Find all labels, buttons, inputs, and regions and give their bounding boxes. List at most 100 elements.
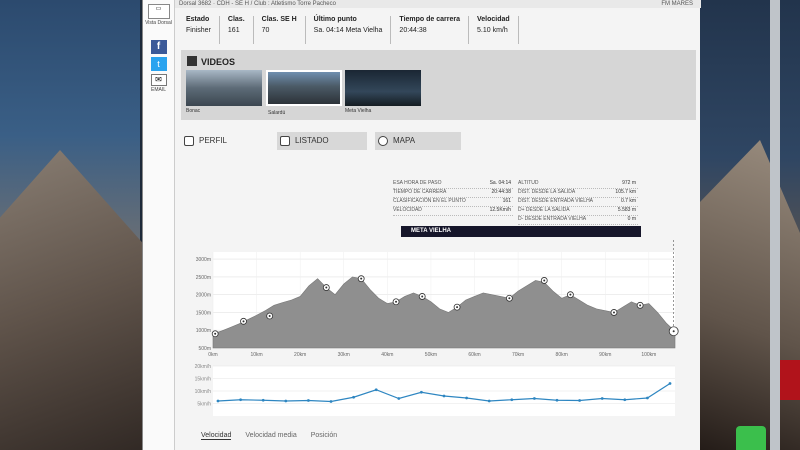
speed-point	[284, 399, 288, 403]
legend-velocidad[interactable]: Velocidad	[201, 432, 232, 440]
video-caption: Salardú	[268, 110, 286, 116]
elevation-profile-chart[interactable]: 500m1000m1500m2000m2500m3000m0km 10km 20km…	[175, 240, 701, 365]
view-bib-button[interactable]: ▭	[147, 4, 170, 19]
info-value: 0 m	[627, 216, 636, 222]
twitter-icon[interactable]: t	[150, 57, 167, 71]
stat-label: Último punto	[313, 16, 357, 23]
videos-panel: VIDEOS Bonac Salardú Meta Vielha	[181, 50, 696, 120]
stat-race-time: Tiempo de carrera 20:44:38	[391, 16, 469, 44]
info-key: D- DESDE ENTRADA VIELHA	[518, 216, 587, 222]
checkpoint-marker-dot	[214, 332, 217, 335]
x-tick-label: 50km	[425, 352, 437, 358]
info-row: D+ DESDE LA SALIDA 5.583 m	[518, 207, 638, 216]
stat-value: 70	[261, 27, 270, 34]
y-tick-label: 1500m	[196, 310, 211, 316]
checkpoint-marker-dot	[543, 279, 546, 282]
x-tick-label: 10km	[250, 352, 262, 358]
speed-point	[555, 398, 559, 402]
y-tick-label: 10km/h	[195, 389, 212, 395]
x-tick-label: 30km	[338, 352, 350, 358]
stat-label: Velocidad	[477, 16, 510, 23]
info-row: DIST. DESDE LA SALIDA 105.7 km	[518, 189, 638, 198]
speed-point	[510, 398, 514, 402]
map-pin-icon	[378, 136, 388, 146]
tab-label: LISTADO	[295, 136, 329, 145]
info-key: ESA HORA DE PASO	[393, 180, 442, 186]
tab-label: PERFIL	[199, 136, 228, 145]
x-tick-label: 60km	[468, 352, 480, 358]
stat-clas: Clas. 161	[220, 16, 254, 44]
speed-point	[397, 397, 401, 400]
tab-mapa[interactable]: MAPA	[375, 132, 461, 150]
info-value: Sa. 04:14	[489, 180, 511, 186]
y-tick-label: 2500m	[196, 275, 211, 281]
email-icon[interactable]: ✉	[150, 74, 167, 86]
stat-label: Estado	[186, 16, 210, 23]
info-value: 0.7 km	[620, 198, 636, 204]
info-row: DIST. DESDE ENTRADA VIELHA 0.7 km	[518, 198, 638, 207]
view-bib-label: Vista Dorsal	[145, 20, 172, 26]
desktop-app-icon[interactable]	[780, 360, 800, 400]
checkpoint-marker-dot	[421, 295, 424, 298]
speed-point	[442, 394, 446, 398]
video-thumbnail[interactable]: Meta Vielha	[345, 70, 421, 114]
speed-chart[interactable]: 5km/h 10km/h 15km/h 20km/h	[175, 360, 701, 430]
speed-point	[329, 400, 333, 403]
email-label: EMAIL	[150, 87, 166, 93]
checkpoint-banner: META VIELHA	[401, 226, 641, 237]
speed-point	[239, 398, 242, 402]
speed-point	[420, 390, 423, 394]
video-thumbnail[interactable]: Salardú	[266, 70, 342, 116]
checkpoint-marker-dot	[325, 286, 328, 289]
tab-label: MAPA	[393, 136, 416, 145]
speed-point	[487, 399, 491, 403]
speed-point	[374, 388, 378, 392]
stat-value: 161	[227, 27, 240, 34]
info-row: ESA HORA DE PASO Sa. 04:14	[393, 180, 513, 189]
header-right-label: FM MARES	[661, 1, 693, 7]
info-key: TIEMPO DE CARRERA	[393, 189, 447, 195]
video-thumbnail[interactable]: Bonac	[186, 70, 262, 114]
runner-header: Dorsal 3682 · CDH - SE H / Club : Atleti…	[175, 0, 701, 8]
x-tick-label: 80km	[556, 352, 568, 358]
y-tick-label: 15km/h	[195, 377, 212, 383]
checkpoint-marker-dot	[612, 311, 615, 314]
video-caption: Bonac	[186, 108, 201, 114]
y-tick-label: 5km/h	[197, 402, 211, 408]
info-row: ALTITUD 972 m	[518, 180, 638, 189]
tab-perfil[interactable]: PERFIL	[181, 132, 261, 150]
legend-posicion[interactable]: Posición	[311, 432, 337, 440]
stat-label: Tiempo de carrera	[399, 16, 460, 23]
film-icon	[187, 56, 197, 66]
stat-value: Finisher	[186, 27, 211, 34]
desktop-window-edge	[770, 0, 780, 450]
x-tick-label: 90km	[599, 352, 611, 358]
runner-stats: Estado Finisher Clas. 161 Clas. SE H 70 Últ…	[181, 16, 519, 44]
videos-title-text: VIDEOS	[201, 57, 236, 67]
stat-last-point: Último punto Sa. 04:14 Meta Vielha	[306, 16, 392, 44]
checkpoint-info-right: ALTITUD 972 m DIST. DESDE LA SALIDA 105.7 …	[518, 180, 638, 225]
stat-value: Sa. 04:14 Meta Vielha	[313, 27, 383, 34]
stat-label: Clas.	[227, 16, 245, 23]
checkpoint-marker-dot	[639, 304, 642, 307]
videos-title: VIDEOS	[187, 56, 235, 67]
info-value: 20:44:38	[491, 189, 511, 195]
stat-clas-category: Clas. SE H 70	[254, 16, 306, 44]
facebook-icon[interactable]: f	[150, 40, 167, 54]
speed-point	[668, 382, 672, 385]
desktop-mascot-icon[interactable]	[736, 426, 766, 450]
speed-point	[578, 399, 581, 402]
profile-icon	[184, 136, 194, 146]
speed-point	[533, 397, 536, 400]
checkpoint-marker-dot	[242, 320, 245, 323]
desktop-background-left	[0, 0, 180, 450]
legend-velocidad-media[interactable]: Velocidad media	[245, 432, 296, 440]
info-value: 161	[502, 198, 511, 204]
info-row: TIEMPO DE CARRERA 20:44:38	[393, 189, 513, 198]
tab-listado[interactable]: LISTADO	[277, 132, 367, 150]
speed-point	[261, 398, 265, 402]
stat-value: 20:44:38	[399, 27, 427, 34]
speed-point	[307, 399, 310, 402]
speed-point	[646, 396, 649, 400]
checkpoint-marker-dot	[268, 315, 271, 317]
